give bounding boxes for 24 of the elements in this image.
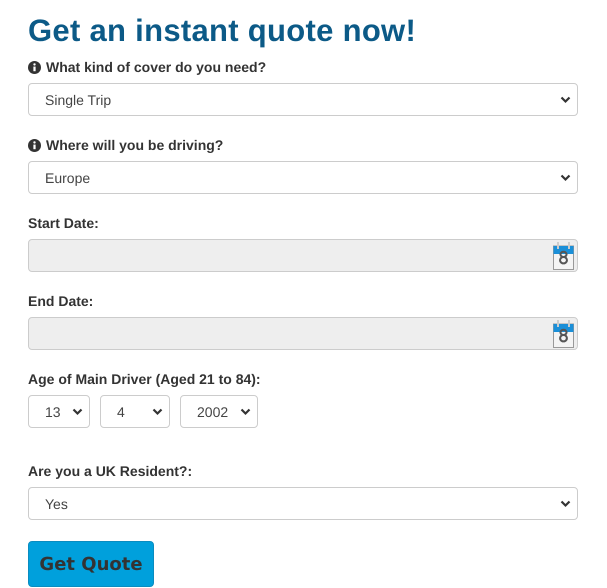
calendar-icon	[553, 320, 574, 348]
field-label: Start Date:	[28, 215, 99, 231]
chevron-icon	[560, 500, 571, 508]
chevron-icon	[72, 408, 83, 416]
dropdown[interactable]: Single Trip	[28, 83, 578, 116]
field-label: Are you a UK Resident?:	[28, 463, 192, 479]
info-icon	[28, 138, 41, 152]
page-title: Get an instant quote now!	[28, 13, 418, 49]
dropdown[interactable]: Yes	[28, 487, 578, 520]
calendar-icon	[553, 242, 574, 270]
chevron-icon	[560, 174, 571, 182]
chevron-icon	[240, 408, 251, 416]
field-label: End Date:	[28, 293, 94, 309]
field-label: What kind of cover do you need?	[46, 59, 266, 75]
field-label: Age of Main Driver (Aged 21 to 84):	[28, 371, 261, 387]
info-icon	[28, 60, 41, 74]
chevron-icon	[560, 96, 571, 104]
get-quote-button[interactable]: Get Quote	[28, 541, 154, 587]
dropdown[interactable]: 13	[28, 395, 90, 428]
field-label: Where will you be driving?	[46, 137, 224, 153]
dropdown[interactable]: 2002	[180, 395, 258, 428]
chevron-icon	[152, 408, 163, 416]
dropdown[interactable]: 4	[100, 395, 170, 428]
dropdown[interactable]: Europe	[28, 161, 578, 194]
